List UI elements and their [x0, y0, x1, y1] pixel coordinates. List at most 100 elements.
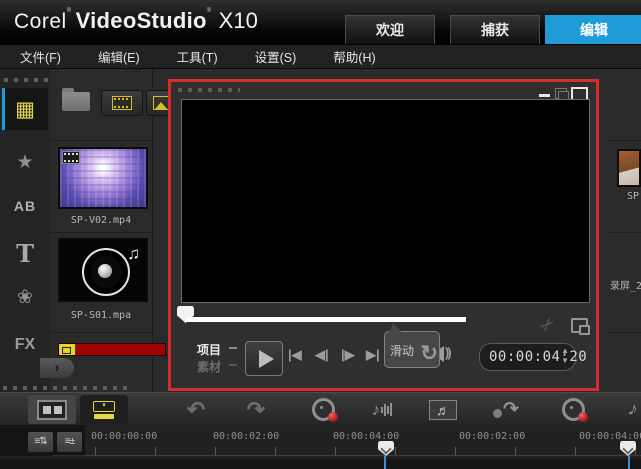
library-item-video-thumbnail[interactable] — [58, 147, 148, 209]
timeline-marker[interactable] — [378, 441, 394, 456]
active-indicator — [2, 88, 5, 130]
repeat-icon-overlap: ↻ — [420, 342, 438, 365]
mode-project-label[interactable]: 项目 — [197, 341, 221, 358]
clipped-toolbar-icon[interactable]: ♪ — [615, 392, 641, 428]
mode-clip-label[interactable]: 素材 — [197, 358, 221, 375]
sidebar-expand-button[interactable]: › — [40, 358, 74, 378]
cut-clip-icon[interactable]: ✂ — [536, 313, 560, 337]
ruler-timecode-label: 00:00:04:00 — [333, 431, 400, 442]
edit-toolbar: ▾ ↶ ↷ ♪ ♬ ↷ ♪ — [0, 392, 641, 426]
redo-button[interactable]: ↷ — [238, 395, 274, 424]
transition-ab-icon: AB — [13, 198, 37, 214]
timeline-cursor[interactable] — [384, 456, 386, 469]
music-note-icon: ♪ — [371, 399, 381, 419]
speaker-waves: )) — [445, 345, 452, 360]
waveform-icon — [381, 403, 393, 416]
tracking-arrow-icon: ↷ — [503, 399, 519, 420]
logo-corel: Corel — [14, 10, 67, 33]
titlebar: Corel® VideoStudio® X10 欢迎 捕获 编辑 — [0, 0, 641, 45]
show-videos-button[interactable] — [101, 90, 143, 116]
logo-product: VideoStudio — [75, 8, 207, 33]
app-logo: Corel® VideoStudio® X10 — [14, 8, 258, 34]
library-row-separator — [50, 232, 152, 233]
tracking-dot-icon — [493, 409, 503, 418]
timeline-track-strip[interactable] — [0, 456, 641, 469]
sidebar-item-graphic[interactable]: ❀ — [2, 276, 48, 318]
record-capture-button[interactable] — [303, 395, 343, 424]
ruler-timecode-label: 00:00:02:00 — [213, 431, 280, 442]
motion-tracking-button[interactable]: ↷ — [484, 395, 528, 424]
video-clip-camera-icon — [59, 344, 76, 355]
film-perforation-strip — [178, 88, 240, 92]
clipped-item-label: SP — [627, 191, 640, 202]
undo-button[interactable]: ↶ — [178, 395, 214, 424]
music-score-icon: ♬ — [429, 399, 457, 420]
go-to-start-button[interactable]: |◀ — [288, 347, 302, 363]
sidebar-item-transition[interactable]: AB — [2, 185, 48, 227]
video-filmstrip-icon — [112, 96, 132, 110]
film-perforation-strip — [3, 386, 131, 390]
next-frame-button[interactable]: |▶ — [341, 347, 355, 363]
sidebar-item-instant-project[interactable]: ★ — [2, 141, 48, 183]
play-icon — [258, 349, 274, 368]
enlarge-preview-icon[interactable] — [571, 318, 590, 335]
menu-tools[interactable]: 工具(T) — [177, 47, 218, 66]
spin-up-icon[interactable]: ▲ — [561, 346, 569, 356]
sidebar-item-media[interactable]: ▦ — [2, 88, 48, 130]
library-item-audio-thumbnail[interactable]: ♫ — [58, 238, 148, 302]
video-track-clip[interactable] — [58, 343, 166, 356]
registered-mark: ® — [66, 8, 72, 14]
play-button[interactable] — [245, 341, 283, 376]
timecode-box[interactable]: 00:00:04:20 ▲ ▼ — [479, 343, 587, 371]
go-to-end-button[interactable]: ▶| — [366, 347, 380, 363]
menubar: 文件(F) 编辑(E) 工具(T) 设置(S) 帮助(H) — [0, 45, 641, 69]
storyboard-view-button[interactable] — [28, 395, 76, 424]
ruler-timecode-label: 00:00:04:00 — [579, 431, 641, 442]
library-item-photo-thumbnail-clipped[interactable] — [617, 149, 641, 187]
tooltip-text: 滑动 — [390, 344, 415, 358]
library-row-separator — [50, 332, 152, 333]
previous-frame-button[interactable]: ◀| — [315, 347, 329, 363]
gallery-folder-icon[interactable] — [62, 88, 90, 111]
storyboard-icon — [37, 399, 67, 420]
timeline-cursor[interactable] — [628, 456, 630, 469]
auto-music-button[interactable]: ♬ — [423, 395, 463, 424]
music-note-icon: ♫ — [127, 244, 140, 263]
minimize-icon[interactable] — [539, 94, 550, 97]
spin-down-icon[interactable]: ▼ — [561, 356, 569, 366]
fx-filter-icon: FX — [14, 336, 36, 353]
instant-project-icon: ★ — [16, 151, 34, 173]
film-perforation-strip — [4, 78, 48, 82]
timeline-view-icon: ▾ — [93, 400, 115, 419]
timeline-view-button[interactable]: ▾ — [80, 395, 128, 424]
menu-file[interactable]: 文件(F) — [20, 47, 61, 66]
menu-help[interactable]: 帮助(H) — [333, 47, 375, 66]
timeline-ruler[interactable]: 00:00:00:00 00:00:02:00 00:00:04:00 00:00:0… — [85, 425, 641, 456]
batch-convert-button[interactable] — [553, 395, 593, 424]
preview-screen[interactable] — [181, 99, 590, 303]
vinyl-center — [98, 264, 112, 278]
category-sidebar: ▦ ★ AB T ❀ FX — [0, 69, 51, 392]
tab-edit[interactable]: 编辑 — [545, 15, 641, 44]
tab-capture[interactable]: 捕获 — [450, 15, 540, 44]
film-reel-record-icon — [311, 398, 338, 422]
tab-welcome[interactable]: 欢迎 — [345, 15, 435, 44]
menu-edit[interactable]: 编辑(E) — [98, 47, 140, 66]
add-remove-track-button[interactable]: ≡± — [57, 432, 82, 452]
library-row-separator — [608, 140, 641, 141]
sidebar-item-title[interactable]: T — [2, 232, 48, 274]
track-manager-button[interactable]: ≡⇅ — [28, 432, 53, 452]
mode-indicator-dash — [229, 347, 237, 349]
menu-settings[interactable]: 设置(S) — [255, 47, 297, 66]
sound-mixer-button[interactable]: ♪ — [362, 395, 402, 424]
video-type-overlay-icon — [62, 151, 80, 164]
restore-icon[interactable] — [555, 88, 569, 101]
timeline-marker[interactable] — [620, 441, 636, 456]
scrubber-track[interactable] — [186, 317, 466, 322]
ruler-tick — [275, 447, 276, 455]
media-library-icon: ▦ — [15, 97, 35, 121]
mode-indicator-dash — [229, 364, 237, 366]
timecode-spinner[interactable]: ▲ ▼ — [561, 346, 569, 366]
ruler-tick — [515, 447, 516, 455]
preview-panel-highlighted: ✂ 项目 素材 |◀ ◀| |▶ ▶| ↻ 滑动 ↻ )) 00:00:04:2… — [168, 79, 599, 391]
